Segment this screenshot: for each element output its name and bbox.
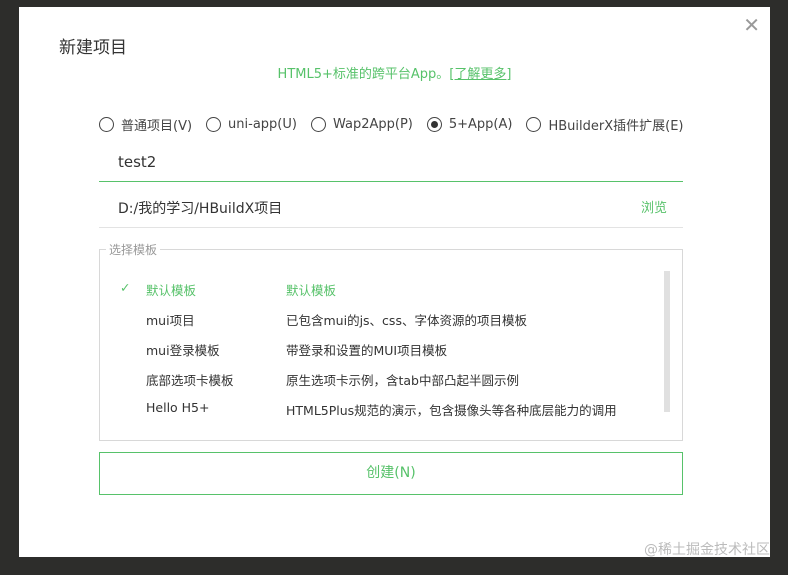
template-name: 默认模板 (146, 283, 197, 298)
template-desc: 原生选项卡示例，含tab中部凸起半圆示例 (286, 373, 519, 388)
radio-uni-app[interactable]: uni-app(U) (206, 115, 297, 134)
template-row[interactable]: ✓ 默认模板 默认模板 (100, 276, 660, 300)
template-desc: HTML5Plus规范的演示，包含摄像头等各种底层能力的调用 (286, 403, 617, 418)
template-name: mui登录模板 (146, 343, 220, 358)
subtitle: HTML5+标准的跨平台App。[了解更多] (19, 63, 770, 82)
template-row[interactable]: 底部选项卡模板 原生选项卡示例，含tab中部凸起半圆示例 (100, 366, 660, 390)
dialog-title: 新建项目 (59, 38, 127, 58)
template-row[interactable]: mui登录模板 带登录和设置的MUI项目模板 (100, 336, 660, 360)
close-icon[interactable]: ✕ (743, 13, 760, 37)
radio-label: HBuilderX插件扩展(E) (548, 119, 684, 134)
radio-icon (99, 117, 114, 132)
template-row[interactable]: mui项目 已包含mui的js、css、字体资源的项目模板 (100, 306, 660, 330)
radio-icon (526, 117, 542, 132)
template-legend: 选择模板 (106, 241, 161, 258)
create-button[interactable]: 创建(N) (99, 452, 683, 495)
radio-checked-icon (426, 117, 442, 132)
project-type-group: 普通项目(V) uni-app(U) Wap2App(P) 5+App(A) H… (99, 115, 684, 134)
radio-label: 5+App(A) (448, 117, 513, 132)
template-row[interactable]: Hello H5+ HTML5Plus规范的演示，包含摄像头等各种底层能力的调用 (100, 396, 660, 420)
radio-normal[interactable]: 普通项目(V) (99, 115, 192, 134)
template-name: mui项目 (146, 313, 195, 328)
template-desc: 默认模板 (286, 283, 337, 298)
radio-icon (206, 117, 222, 132)
check-icon: ✓ (120, 280, 131, 295)
template-name: 底部选项卡模板 (146, 373, 234, 388)
template-desc: 已包含mui的js、css、字体资源的项目模板 (286, 313, 527, 328)
radio-5plus-app[interactable]: 5+App(A) (426, 115, 513, 134)
radio-label: Wap2App(P) (332, 117, 413, 132)
scrollbar[interactable] (664, 271, 670, 412)
template-name: Hello H5+ (146, 400, 210, 415)
new-project-dialog: 新建项目 ✕ HTML5+标准的跨平台App。[了解更多] 普通项目(V) un… (19, 7, 770, 557)
subtitle-text: HTML5+标准的跨平台App。 (277, 67, 450, 82)
radio-hbuilderx-plugin[interactable]: HBuilderX插件扩展(E) (526, 115, 684, 134)
radio-icon (310, 117, 326, 132)
watermark: @稀土掘金技术社区 (644, 542, 770, 558)
radio-wap2app[interactable]: Wap2App(P) (310, 115, 413, 134)
project-name-input[interactable]: test2 (99, 147, 683, 182)
radio-label: uni-app(U) (228, 117, 297, 132)
template-group: 选择模板 ✓ 默认模板 默认模板 mui项目 已包含mui的js、css、字体资源的项… (99, 241, 683, 441)
template-desc: 带登录和设置的MUI项目模板 (286, 343, 448, 358)
radio-label: 普通项目(V) (121, 119, 193, 134)
learn-more-link[interactable]: [了解更多] (449, 67, 511, 82)
project-path-input[interactable]: D:/我的学习/HBuildX项目 浏览 (99, 195, 683, 228)
path-value: D:/我的学习/HBuildX项目 (118, 201, 283, 217)
browse-button[interactable]: 浏览 (641, 195, 667, 223)
